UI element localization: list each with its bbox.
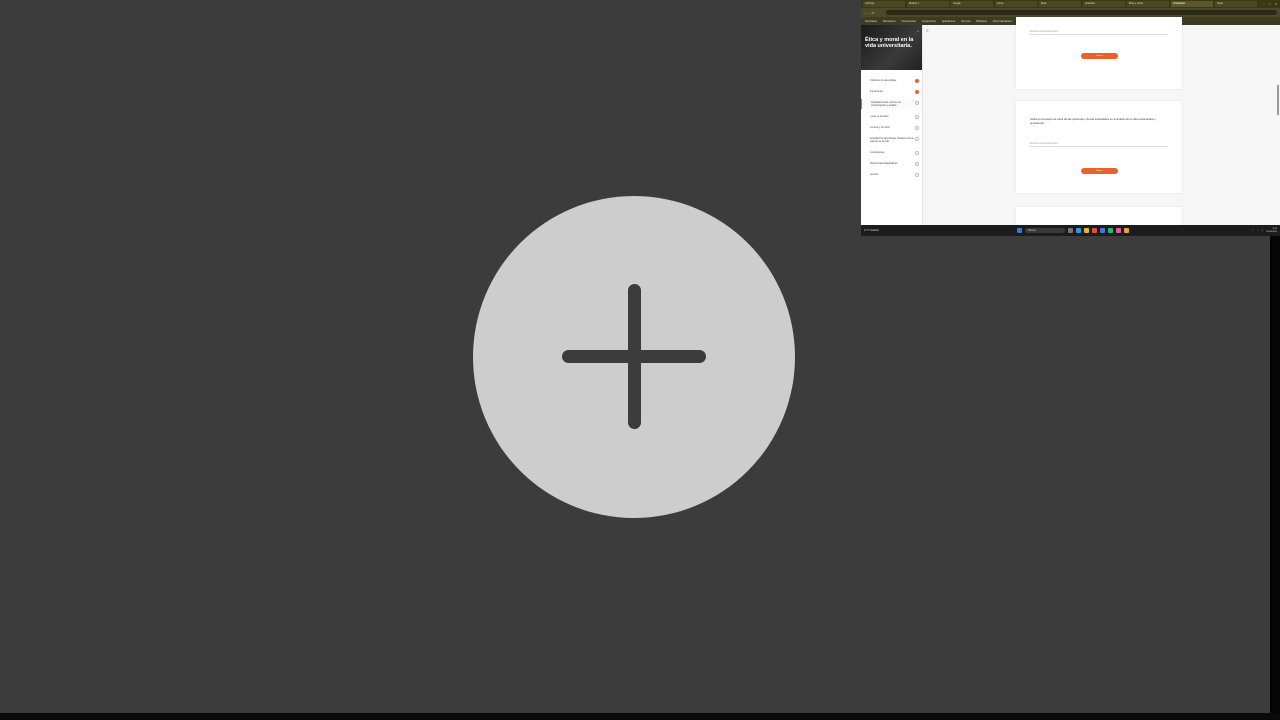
incomplete-icon (915, 126, 919, 130)
maximize-icon[interactable]: □ (1269, 2, 1271, 6)
course-subtitle: … (865, 60, 868, 62)
weather-widget[interactable]: 17°C Nublado (864, 229, 894, 232)
lesson-item[interactable]: Objetivos de aprendizaje (861, 77, 922, 84)
browser-tab[interactable]: Ética y moral (1127, 1, 1169, 7)
browser-toolbar: ← → ⟳ … (861, 8, 1280, 17)
taskbar: 17°C Nublado Buscar ^ ◠ ◁ 8:42 24/04/202… (861, 225, 1280, 236)
task-view-icon[interactable] (1068, 228, 1074, 233)
browser-tab[interactable]: Modulo 1 (907, 1, 949, 7)
plus-icon-vertical (628, 284, 641, 429)
lesson-item[interactable]: Referencias bibliográficas (861, 160, 922, 167)
answer-field[interactable]: Escriba su respuesta aquí (1030, 29, 1168, 35)
completed-icon (915, 90, 919, 94)
window-controls: – □ ✕ (1263, 2, 1280, 6)
screen-edge (1270, 236, 1280, 714)
browser-tab[interactable]: Ética (1039, 1, 1081, 7)
incomplete-icon (915, 151, 919, 155)
browser-tabstrip: YouTube Modulo 1 Google Curso Ética Acti… (861, 0, 1280, 8)
course-hero: ⌕ Ética y moral en la vida universitaria… (861, 25, 922, 70)
course-sidebar: ⌕ Ética y moral en la vida universitaria… (861, 25, 923, 225)
course-title: Ética y moral en la vida universitaria. (865, 37, 914, 49)
bookmark[interactable]: Otros marcadores (993, 20, 1012, 23)
incomplete-icon (915, 137, 919, 141)
app-icon[interactable] (1124, 228, 1130, 233)
browser-tab[interactable]: Google (951, 1, 993, 7)
chrome-icon[interactable] (1092, 228, 1098, 233)
wifi-icon[interactable]: ◠ (1256, 229, 1258, 232)
lesson-item[interactable]: La ética y la moral (861, 124, 922, 131)
question-card: Indica el concepto de ética de las perso… (1016, 101, 1182, 193)
lesson-item[interactable]: Lección (861, 171, 922, 178)
store-icon[interactable] (1100, 228, 1106, 233)
browser-tab[interactable]: Curso (995, 1, 1037, 7)
bookmark[interactable]: Biblioteca (976, 20, 986, 23)
scrollbar[interactable] (1277, 85, 1279, 115)
clock-date: 24/04/2024 (1266, 230, 1277, 233)
lesson-item[interactable]: Conclusiones (861, 149, 922, 156)
lesson-label: Introducción (870, 90, 884, 93)
volume-icon[interactable]: ◁ (1261, 229, 1263, 232)
lesson-label: ¿Qué es la ética? (870, 115, 889, 118)
add-button[interactable] (473, 196, 795, 518)
app-icon[interactable] (1116, 228, 1122, 233)
incomplete-icon (915, 173, 919, 177)
lesson-label: Conclusiones (870, 151, 885, 154)
lesson-label: Objetivos de aprendizaje (870, 79, 897, 82)
question-card: Escriba su respuesta aquí Enviar (1016, 17, 1182, 89)
incomplete-icon (915, 101, 919, 105)
search-icon[interactable]: ⌕ (917, 29, 919, 33)
lesson-item-active[interactable]: Actividad previa: conoce tus conocimient… (861, 99, 922, 109)
lesson-label: La ética y la moral (870, 126, 890, 129)
nav-buttons-icon[interactable]: ← → ⟳ (864, 11, 886, 15)
bookmark[interactable]: Google Drive (922, 20, 936, 23)
folder-icon[interactable] (1084, 228, 1090, 233)
screen-thumbnail[interactable]: YouTube Modulo 1 Google Curso Ética Acti… (861, 0, 1280, 236)
bookmark[interactable]: Mi curso (961, 20, 970, 23)
lesson-item[interactable]: Actividad de aprendizaje: Relación de la… (861, 135, 922, 145)
course-page: ⌕ Ética y moral en la vida universitaria… (861, 17, 1280, 236)
incomplete-icon (915, 115, 919, 119)
taskbar-search[interactable]: Buscar (1025, 228, 1066, 233)
lesson-label: Lección (870, 173, 879, 176)
start-icon[interactable] (1017, 228, 1023, 233)
close-icon[interactable]: ✕ (1274, 2, 1277, 6)
menu-icon[interactable]: ☰ (926, 29, 929, 33)
incomplete-icon (915, 162, 919, 166)
lesson-list: Objetivos de aprendizaje Introducción Ac… (861, 77, 922, 182)
clock[interactable]: 8:42 24/04/2024 (1266, 228, 1277, 233)
edge-icon[interactable] (1076, 228, 1082, 233)
answer-field[interactable]: Escriba su respuesta aquí (1030, 141, 1168, 147)
minimize-icon[interactable]: – (1263, 2, 1265, 6)
chevron-up-icon[interactable]: ^ (1252, 230, 1253, 232)
lesson-label: Actividad previa: conoce tus conocimient… (871, 101, 901, 107)
lesson-content: ☰ Escriba su respuesta aquí Enviar Indic… (923, 17, 1280, 236)
completed-icon (915, 79, 919, 83)
desktop-stage: YouTube Modulo 1 Google Curso Ética Acti… (0, 0, 1280, 720)
lesson-label: Referencias bibliográficas (870, 162, 898, 165)
browser-tab-active[interactable]: Actividades (1171, 1, 1213, 7)
browser-tab[interactable]: Actividad (1083, 1, 1125, 7)
address-bar[interactable]: … (886, 10, 1277, 15)
system-tray: ^ ◠ ◁ 8:42 24/04/2024 (1252, 228, 1277, 233)
bookmark[interactable]: Herramientas (902, 20, 916, 23)
bookmark[interactable]: Aplicaciones (942, 20, 955, 23)
lesson-item[interactable]: Introducción (861, 88, 922, 95)
app-icon[interactable] (1108, 228, 1114, 233)
bottom-edge (0, 713, 1280, 720)
taskbar-center: Buscar (894, 228, 1252, 233)
question-text: Indica el concepto de ética de las perso… (1030, 117, 1156, 125)
submit-button[interactable]: Enviar (1081, 168, 1118, 174)
bookmark[interactable]: Importados (865, 20, 877, 23)
browser-tab[interactable]: Tarea (1215, 1, 1257, 7)
lesson-item[interactable]: ¿Qué es la ética? (861, 113, 922, 120)
bookmark[interactable]: Marcadores (883, 20, 896, 23)
submit-button[interactable]: Enviar (1081, 53, 1118, 59)
browser-tab[interactable]: YouTube (863, 1, 905, 7)
lesson-label: Actividad de aprendizaje: Relación de la… (870, 137, 914, 143)
